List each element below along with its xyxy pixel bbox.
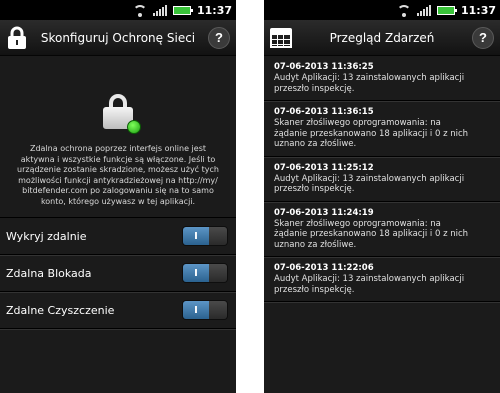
protection-status-graphic bbox=[0, 66, 236, 134]
event-message: Audyt Aplikacji: 13 zainstalowanych apli… bbox=[274, 73, 465, 94]
events-overview-screen: 11:37 Przegląd Zdarzeń ? 07-06-2013 11:3… bbox=[264, 0, 500, 393]
list-item[interactable]: 07-06-2013 11:25:12 Audyt Aplikacji: 13 … bbox=[264, 157, 500, 202]
event-timestamp: 07-06-2013 11:36:25 bbox=[274, 62, 374, 72]
help-button[interactable]: ? bbox=[208, 26, 230, 49]
remote-lock-toggle[interactable]: I bbox=[182, 263, 228, 283]
setting-remote-wipe[interactable]: Zdalne Czyszczenie I bbox=[0, 292, 236, 329]
setting-label: Wykryj zdalnie bbox=[6, 229, 87, 243]
remote-protection-screen: 11:37 Skonfiguruj Ochronę Sieci ? Zdalna… bbox=[0, 0, 236, 393]
page-title: Skonfiguruj Ochronę Sieci bbox=[40, 30, 196, 45]
wifi-icon bbox=[396, 4, 411, 17]
lock-icon bbox=[8, 26, 26, 49]
settings-list: Wykryj zdalnie I Zdalna Blokada I Zdalne… bbox=[0, 217, 236, 329]
event-message: Audyt Aplikacji: 13 zainstalowanych apli… bbox=[274, 274, 465, 295]
lock-icon bbox=[103, 94, 141, 134]
calendar-icon bbox=[270, 27, 292, 48]
setting-label: Zdalna Blokada bbox=[6, 266, 92, 280]
signal-icon bbox=[152, 4, 167, 16]
title-bar: Przegląd Zdarzeń ? bbox=[264, 20, 500, 56]
help-button[interactable]: ? bbox=[472, 26, 494, 49]
setting-label: Zdalne Czyszczenie bbox=[6, 303, 115, 317]
event-message: Audyt Aplikacji: 13 zainstalowanych apli… bbox=[274, 173, 465, 195]
event-timestamp: 07-06-2013 11:24:19 bbox=[274, 207, 374, 218]
event-message: Skaner złośliwego oprogramowania: na żąd… bbox=[274, 118, 469, 149]
status-dot-icon bbox=[127, 120, 141, 134]
battery-icon bbox=[172, 5, 193, 15]
events-list: 07-06-2013 11:36:25 Audyt Aplikacji: 13 … bbox=[264, 56, 500, 302]
event-message: Skaner złośliwego oprogramowania: na żąd… bbox=[274, 218, 469, 250]
list-item[interactable]: 07-06-2013 11:24:19 Skaner złośliwego op… bbox=[264, 202, 500, 257]
status-time: 11:37 bbox=[460, 3, 496, 17]
event-timestamp: 07-06-2013 11:36:15 bbox=[274, 107, 374, 117]
status-bar: 11:37 bbox=[0, 0, 236, 20]
list-item[interactable]: 07-06-2013 11:36:25 Audyt Aplikacji: 13 … bbox=[264, 56, 500, 101]
setting-remote-lock[interactable]: Zdalna Blokada I bbox=[0, 255, 236, 292]
protection-description: Zdalna ochrona poprzez interfejs online … bbox=[17, 144, 219, 206]
setting-remote-locate[interactable]: Wykryj zdalnie I bbox=[0, 218, 236, 255]
title-bar: Skonfiguruj Ochronę Sieci ? bbox=[0, 20, 236, 56]
list-item[interactable]: 07-06-2013 11:36:15 Skaner złośliwego op… bbox=[264, 101, 500, 157]
battery-icon bbox=[436, 5, 457, 15]
status-bar: 11:37 bbox=[264, 0, 500, 20]
event-timestamp: 07-06-2013 11:22:06 bbox=[274, 263, 374, 273]
wifi-icon bbox=[132, 4, 147, 17]
page-title: Przegląd Zdarzeń bbox=[329, 30, 435, 45]
status-time: 11:37 bbox=[196, 3, 232, 17]
remote-locate-toggle[interactable]: I bbox=[182, 226, 228, 246]
list-item[interactable]: 07-06-2013 11:22:06 Audyt Aplikacji: 13 … bbox=[264, 257, 500, 302]
remote-wipe-toggle[interactable]: I bbox=[182, 300, 228, 320]
signal-icon bbox=[416, 4, 431, 16]
event-timestamp: 07-06-2013 11:25:12 bbox=[274, 162, 374, 173]
